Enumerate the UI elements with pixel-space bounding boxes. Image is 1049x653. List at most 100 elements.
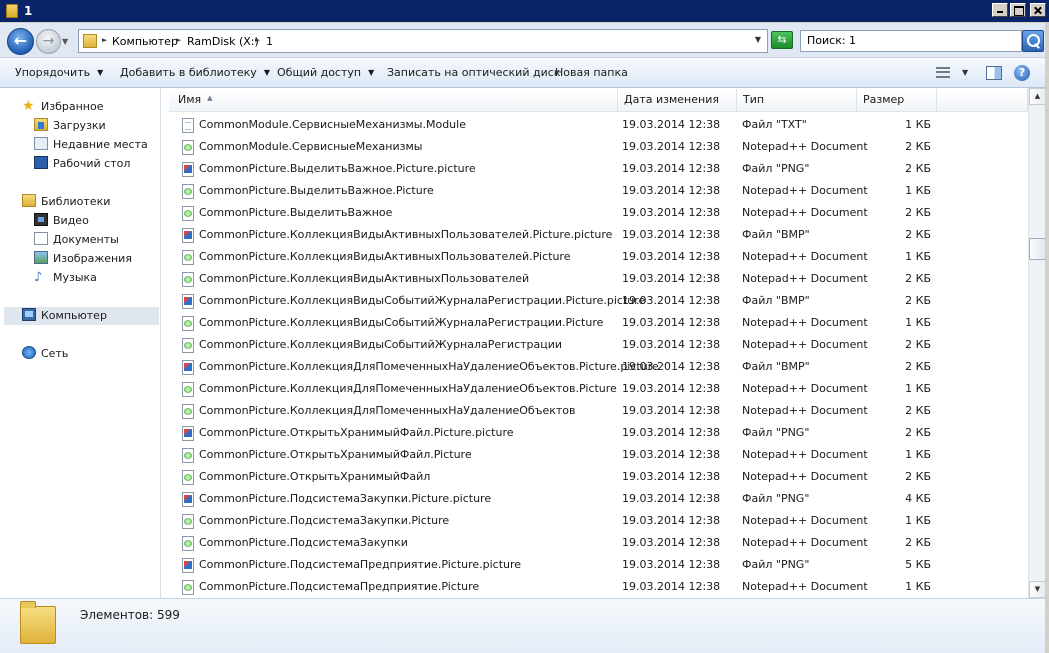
table-row[interactable]: CommonModule.СервисныеМеханизмы 19.03.201… <box>162 136 1028 158</box>
scroll-up-button[interactable]: ▲ <box>1029 88 1046 105</box>
breadcrumb-arrow-icon[interactable]: ► <box>176 36 181 44</box>
table-row[interactable]: CommonPicture.ОткрытьХранимыйФайл 19.03.2… <box>162 466 1028 488</box>
file-date: 19.03.2014 12:38 <box>622 492 721 505</box>
table-row[interactable]: CommonPicture.ОткрытьХранимыйФайл.Pictur… <box>162 444 1028 466</box>
table-row[interactable]: CommonPicture.ПодсистемаЗакупки.Picture.… <box>162 488 1028 510</box>
help-icon[interactable]: ? <box>1014 65 1030 81</box>
nav-item-music[interactable]: ♪ Музыка <box>34 269 97 287</box>
add-to-library-button[interactable]: Добавить в библиотеку ▼ <box>120 66 270 79</box>
column-header-name[interactable]: Имя ▲ <box>169 89 618 112</box>
file-date: 19.03.2014 12:38 <box>622 140 721 153</box>
nav-item-label: Музыка <box>53 271 97 284</box>
nav-item-label: Сеть <box>41 347 69 360</box>
table-row[interactable]: CommonPicture.ПодсистемаПредприятие.Pict… <box>162 576 1028 598</box>
nav-item-recent[interactable]: Недавние места <box>34 136 148 154</box>
table-row[interactable]: CommonPicture.ВыделитьВажное 19.03.2014 1… <box>162 202 1028 224</box>
breadcrumb-computer[interactable]: Компьютер <box>112 35 178 48</box>
nav-item-libraries[interactable]: Библиотеки <box>22 193 110 211</box>
nav-item-desktop[interactable]: Рабочий стол <box>34 155 130 173</box>
file-name: CommonPicture.ПодсистемаЗакупки.Picture <box>199 514 450 527</box>
table-row[interactable]: CommonPicture.КоллекцияДляПомеченныхНаУд… <box>162 400 1028 422</box>
file-type: Файл "BMP" <box>742 294 810 307</box>
nav-item-pictures[interactable]: Изображения <box>34 250 132 268</box>
address-dropdown-icon[interactable]: ▼ <box>755 35 761 44</box>
column-header-type[interactable]: Тип <box>737 89 857 112</box>
file-type: Notepad++ Document <box>742 580 868 593</box>
history-dropdown-icon[interactable]: ▼ <box>62 37 68 46</box>
sort-ascending-icon: ▲ <box>207 94 213 102</box>
search-input[interactable]: Поиск: 1 <box>800 30 1022 52</box>
notepad-document-icon <box>182 382 194 397</box>
new-folder-button[interactable]: Новая папка <box>555 66 628 79</box>
breadcrumb-arrow-icon[interactable]: ► <box>255 36 260 44</box>
image-file-icon <box>182 294 194 309</box>
table-row[interactable]: CommonPicture.КоллекцияВидыАктивныхПольз… <box>162 224 1028 246</box>
column-header-date[interactable]: Дата изменения <box>618 89 737 112</box>
table-row[interactable]: CommonPicture.КоллекцияВидыСобытийЖурнал… <box>162 334 1028 356</box>
back-button[interactable]: ← <box>7 28 34 55</box>
table-row[interactable]: CommonPicture.КоллекцияДляПомеченныхНаУд… <box>162 378 1028 400</box>
file-date: 19.03.2014 12:38 <box>622 470 721 483</box>
close-button[interactable] <box>1030 3 1046 17</box>
scroll-down-button[interactable]: ▼ <box>1029 581 1046 598</box>
file-date: 19.03.2014 12:38 <box>622 514 721 527</box>
scroll-thumb[interactable] <box>1029 238 1046 260</box>
table-row[interactable]: CommonPicture.ПодсистемаЗакупки 19.03.201… <box>162 532 1028 554</box>
table-row[interactable]: CommonPicture.ПодсистемаЗакупки.Picture 1… <box>162 510 1028 532</box>
file-name: CommonModule.СервисныеМеханизмы.Module <box>199 118 466 131</box>
nav-item-network[interactable]: Сеть <box>22 345 68 363</box>
file-size: 2 КБ <box>905 162 931 175</box>
file-name: CommonPicture.ВыделитьВажное.Picture.pic… <box>199 162 476 175</box>
file-date: 19.03.2014 12:38 <box>622 382 721 395</box>
table-row[interactable]: CommonPicture.КоллекцияВидыАктивныхПольз… <box>162 268 1028 290</box>
file-date: 19.03.2014 12:38 <box>622 250 721 263</box>
vertical-scrollbar[interactable]: ▲ ▼ <box>1028 88 1046 598</box>
nav-item-label: Избранное <box>41 100 104 113</box>
file-size: 2 КБ <box>905 404 931 417</box>
nav-item-computer[interactable]: Компьютер <box>4 307 159 325</box>
breadcrumb-ramdisk[interactable]: RamDisk (X:) <box>187 35 259 48</box>
file-size: 1 КБ <box>905 580 931 593</box>
search-icon[interactable] <box>1022 30 1044 52</box>
notepad-document-icon <box>182 536 194 551</box>
table-row[interactable]: CommonModule.СервисныеМеханизмы.Module 19… <box>162 114 1028 136</box>
burn-button[interactable]: Записать на оптический диск <box>387 66 560 79</box>
image-file-icon <box>182 558 194 573</box>
table-row[interactable]: CommonPicture.КоллекцияВидыСобытийЖурнал… <box>162 312 1028 334</box>
minimize-button[interactable] <box>992 3 1008 17</box>
nav-item-video[interactable]: Видео <box>34 212 89 230</box>
column-header-size[interactable]: Размер <box>857 89 937 112</box>
forward-button[interactable]: → <box>36 29 61 54</box>
table-row[interactable]: CommonPicture.КоллекцияВидыСобытийЖурнал… <box>162 290 1028 312</box>
chevron-down-icon[interactable]: ▼ <box>962 68 968 77</box>
organize-button[interactable]: Упорядочить ▼ <box>15 66 103 79</box>
breadcrumb-folder[interactable]: 1 <box>266 35 273 48</box>
table-row[interactable]: CommonPicture.КоллекцияВидыАктивныхПольз… <box>162 246 1028 268</box>
nav-item-downloads[interactable]: Загрузки <box>34 117 106 135</box>
file-name: CommonPicture.ОткрытьХранимыйФайл <box>199 470 431 483</box>
notepad-document-icon <box>182 580 194 595</box>
image-file-icon <box>182 360 194 375</box>
file-date: 19.03.2014 12:38 <box>622 426 721 439</box>
nav-item-favorites[interactable]: ★ Избранное <box>22 98 103 116</box>
breadcrumb-arrow-icon[interactable]: ► <box>102 36 107 44</box>
organize-label: Упорядочить <box>15 66 91 79</box>
title-bar[interactable]: 1 <box>0 0 1049 23</box>
table-row[interactable]: CommonPicture.ВыделитьВажное.Picture.pic… <box>162 158 1028 180</box>
view-options-icon[interactable] <box>936 67 950 78</box>
nav-item-documents[interactable]: Документы <box>34 231 119 249</box>
table-row[interactable]: CommonPicture.ПодсистемаПредприятие.Pict… <box>162 554 1028 576</box>
preview-pane-icon[interactable] <box>986 66 1002 80</box>
file-size: 1 КБ <box>905 382 931 395</box>
table-row[interactable]: CommonPicture.КоллекцияДляПомеченныхНаУд… <box>162 356 1028 378</box>
table-row[interactable]: CommonPicture.ОткрытьХранимыйФайл.Pictur… <box>162 422 1028 444</box>
file-size: 1 КБ <box>905 448 931 461</box>
maximize-button[interactable] <box>1010 3 1026 17</box>
file-date: 19.03.2014 12:38 <box>622 316 721 329</box>
table-row[interactable]: CommonPicture.ВыделитьВажное.Picture 19.0… <box>162 180 1028 202</box>
share-button[interactable]: Общий доступ ▼ <box>277 66 374 79</box>
refresh-button[interactable]: ⇆ <box>771 31 793 49</box>
image-file-icon <box>182 162 194 177</box>
file-date: 19.03.2014 12:38 <box>622 184 721 197</box>
address-bar[interactable]: ► Компьютер ► RamDisk (X:) ► 1 ▼ <box>78 29 768 53</box>
